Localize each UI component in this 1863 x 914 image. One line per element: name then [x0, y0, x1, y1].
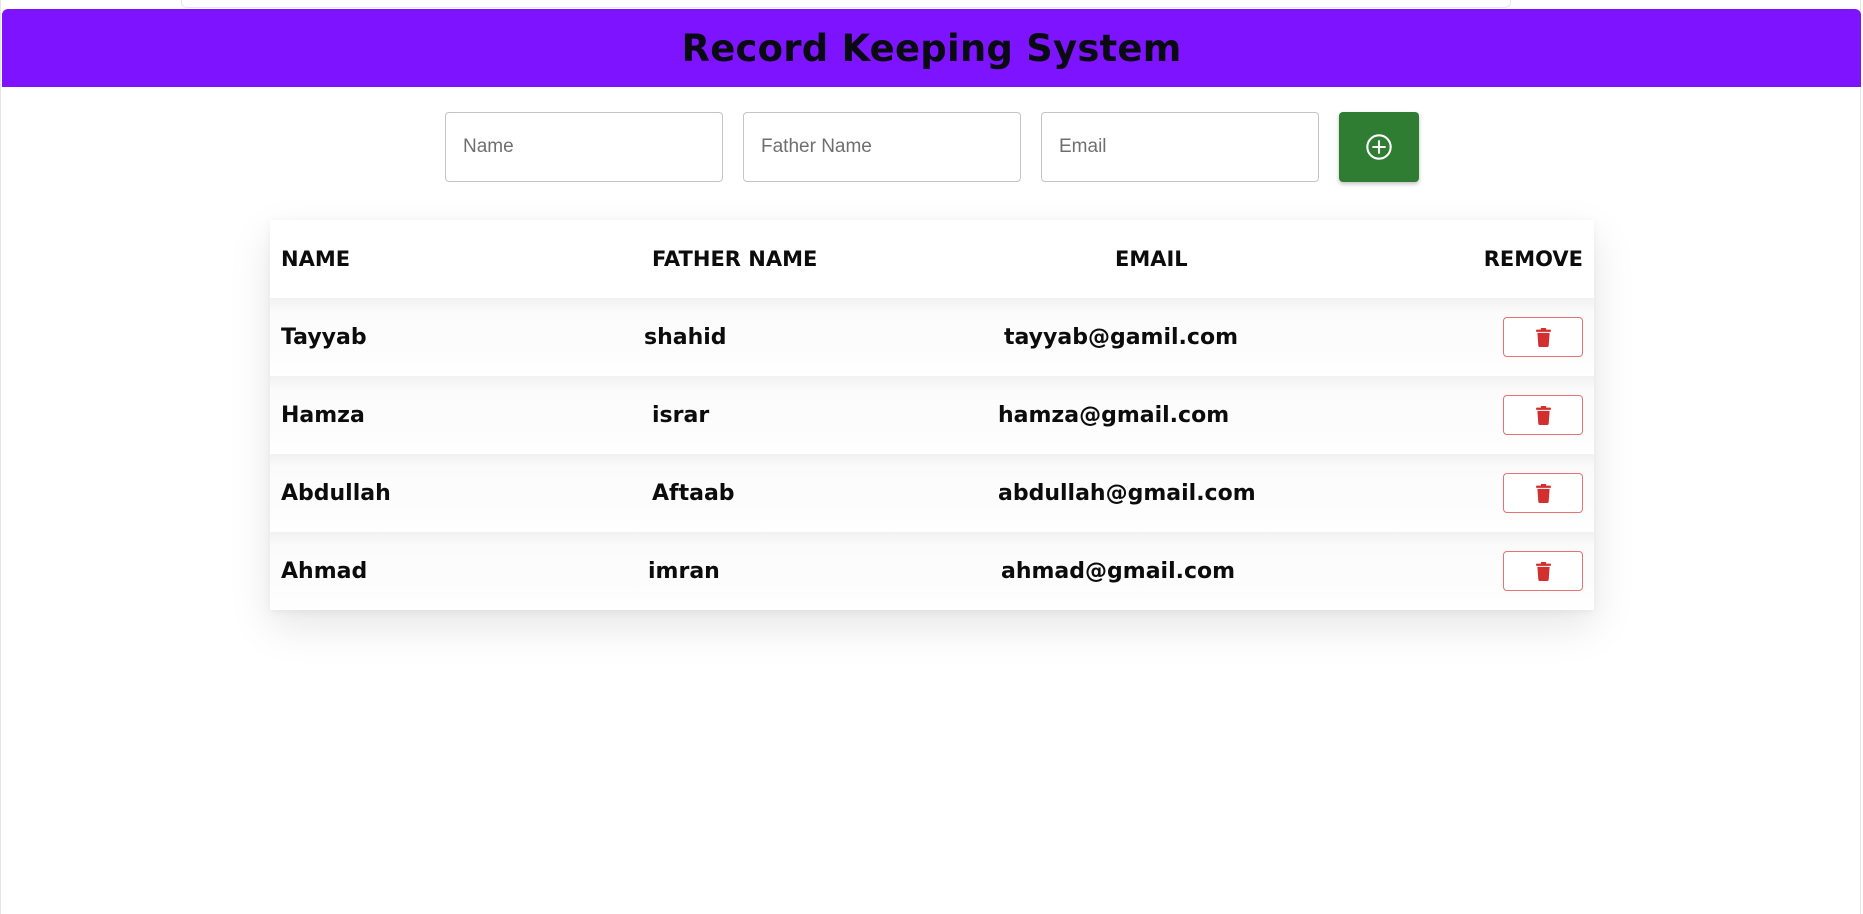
- trash-icon: [1535, 405, 1551, 425]
- name-input[interactable]: [445, 112, 723, 182]
- cell-name: Hamza: [281, 402, 365, 428]
- top-edge: [181, 0, 1511, 8]
- plus-circle-icon: [1365, 133, 1393, 161]
- cell-father-name: israr: [652, 402, 710, 428]
- cell-father-name: Aftaab: [652, 480, 735, 506]
- delete-row-button[interactable]: [1503, 551, 1583, 591]
- column-header-email: EMAIL: [1115, 247, 1188, 271]
- cell-name: Tayyab: [281, 324, 367, 350]
- cell-father-name: shahid: [644, 324, 727, 350]
- trash-icon: [1535, 561, 1551, 581]
- column-header-remove: REMOVE: [1483, 247, 1583, 271]
- cell-name: Ahmad: [281, 558, 368, 584]
- table-row: Tayyab shahid tayyab@gamil.com: [270, 298, 1594, 376]
- record-form: [445, 112, 1419, 182]
- cell-email: abdullah@gmail.com: [998, 480, 1256, 506]
- cell-name: Abdullah: [281, 480, 391, 506]
- trash-icon: [1535, 327, 1551, 347]
- app-header: Record Keeping System: [2, 9, 1861, 87]
- cell-email: tayyab@gamil.com: [1004, 324, 1238, 350]
- records-table: NAME FATHER NAME EMAIL REMOVE Tayyab sha…: [270, 220, 1594, 610]
- table-row: Hamza israr hamza@gmail.com: [270, 376, 1594, 454]
- add-record-button[interactable]: [1339, 112, 1419, 182]
- column-header-name: NAME: [281, 247, 351, 271]
- cell-email: ahmad@gmail.com: [1001, 558, 1236, 584]
- table-row: Abdullah Aftaab abdullah@gmail.com: [270, 454, 1594, 532]
- cell-father-name: imran: [648, 558, 720, 584]
- page-title: Record Keeping System: [681, 26, 1182, 70]
- delete-row-button[interactable]: [1503, 473, 1583, 513]
- table-header-row: NAME FATHER NAME EMAIL REMOVE: [270, 220, 1594, 298]
- delete-row-button[interactable]: [1503, 395, 1583, 435]
- table-row: Ahmad imran ahmad@gmail.com: [270, 532, 1594, 610]
- delete-row-button[interactable]: [1503, 317, 1583, 357]
- father-name-input[interactable]: [743, 112, 1021, 182]
- email-input[interactable]: [1041, 112, 1319, 182]
- trash-icon: [1535, 483, 1551, 503]
- app-frame: Record Keeping System NAME FATHER NAME E…: [0, 0, 1861, 914]
- column-header-father-name: FATHER NAME: [652, 247, 818, 271]
- cell-email: hamza@gmail.com: [998, 402, 1230, 428]
